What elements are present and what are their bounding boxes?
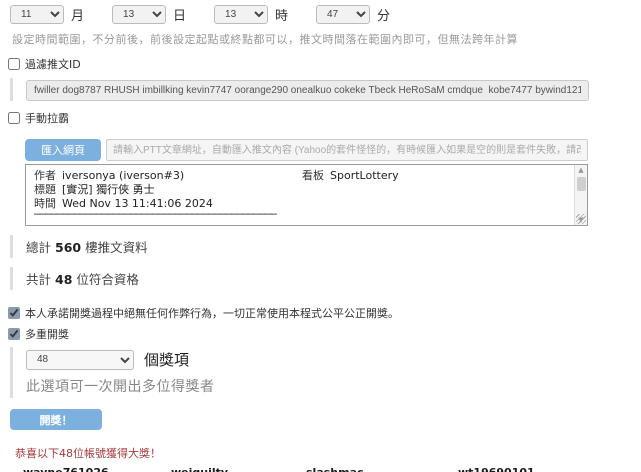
import-url-button[interactable]: 匯入網頁: [25, 139, 101, 161]
winner-column: slashmacyangtedaqn1125corey0207tomaschan…: [306, 468, 458, 472]
multi-draw-row: 多重開獎: [8, 326, 641, 342]
month-label: 月: [71, 5, 84, 24]
article-time-line: 時間 Wed Nov 13 11:41:06 2024: [34, 197, 569, 211]
pledge-label: 本人承諾開獎過程中絕無任何作弊行為，一切正常使用本程式公平公正開獎。: [25, 305, 399, 321]
manual-slot-row: 手動拉霸: [8, 110, 641, 126]
winner-username: wayne761026: [23, 468, 171, 472]
total-prefix: 總計: [26, 240, 51, 255]
hour-select[interactable]: 13: [214, 5, 268, 24]
winner-column: weiguiltymichael71230iversonyaa257234775…: [171, 468, 306, 472]
board-value: SportLottery: [330, 169, 399, 182]
winner-username: slashmac: [306, 468, 458, 472]
time-range-hint: 設定時間範圍，不分前後，前後設定起點或終點都可以，推文時間落在範圍內即可，但無法…: [12, 31, 641, 47]
day-label: 日: [173, 5, 186, 24]
month-group: 11 月: [10, 5, 84, 24]
resize-grip-icon[interactable]: [576, 214, 586, 224]
draw-button[interactable]: 開獎！: [10, 409, 102, 430]
article-author: 作者 iversonya (iverson#3): [34, 169, 302, 183]
winner-column: wt19690101kentaJackyPaytonrabbit0256wins…: [458, 468, 641, 472]
lottery-tool-page: 11 月 13 日 13 時 47 分 設定時間範圍，不分前後，前後設定起點或終…: [0, 0, 641, 472]
scroll-up-icon[interactable]: ▲: [578, 165, 583, 175]
multi-draw-checkbox[interactable]: [8, 328, 20, 340]
board-label: 看板: [302, 169, 324, 182]
month-select[interactable]: 11: [10, 5, 64, 24]
pledge-row: 本人承諾開獎過程中絕無任何作弊行為，一切正常使用本程式公平公正開獎。: [8, 305, 641, 321]
prize-count-label: 個獎項: [144, 349, 189, 370]
multi-draw-options: 48 個獎項 此選項可一次開出多位得獎者: [10, 347, 641, 398]
hour-label: 時: [275, 5, 288, 24]
pledge-checkbox[interactable]: [8, 307, 20, 319]
filter-id-checkbox[interactable]: [8, 58, 20, 70]
filter-id-quote: [10, 78, 641, 101]
article-author-line: 作者 iversonya (iverson#3) 看板 SportLottery: [34, 169, 569, 183]
author-label: 作者: [34, 169, 56, 182]
article-divider: ────────────────────────────────────────…: [34, 211, 579, 219]
import-row: 匯入網頁: [25, 139, 641, 161]
manual-slot-label: 手動拉霸: [25, 110, 69, 126]
time-range-row: 11 月 13 日 13 時 47 分: [10, 5, 641, 24]
total-count: 560: [55, 240, 81, 255]
results-heading: 恭喜以下48位帳號獲得大獎！: [15, 445, 641, 461]
prize-count-select[interactable]: 48: [26, 350, 134, 370]
total-comments-stat: 總計 560 樓推文資料: [10, 235, 641, 258]
ptt-url-input[interactable]: [106, 139, 588, 161]
time-label: 時間: [34, 197, 56, 210]
winner-username: wt19690101: [458, 468, 641, 472]
manual-slot-checkbox[interactable]: [8, 112, 20, 124]
minute-label: 分: [377, 5, 390, 24]
qualified-suffix: 位符合資格: [76, 272, 139, 287]
multi-draw-hint: 此選項可一次開出多位得獎者: [26, 376, 641, 396]
winner-username: weiguilty: [171, 468, 306, 472]
article-board: 看板 SportLottery: [302, 169, 399, 183]
winner-column: wayne761026kyo1221flowerabby01a52020164s…: [23, 468, 171, 472]
qualified-stat: 共計 48 位符合資格: [10, 267, 641, 290]
time-value: Wed Nov 13 11:41:06 2024: [62, 197, 213, 210]
title-label: 標題: [34, 183, 56, 196]
article-content-textarea[interactable]: 作者 iversonya (iverson#3) 看板 SportLottery 標…: [25, 164, 588, 226]
multi-draw-label: 多重開獎: [25, 326, 69, 342]
author-value: iversonya (iverson#3): [62, 169, 184, 182]
day-group: 13 日: [112, 5, 186, 24]
hour-group: 13 時: [214, 5, 288, 24]
filter-id-label: 過濾推文ID: [25, 56, 81, 72]
qualified-count: 48: [55, 272, 72, 287]
filter-ids-input[interactable]: [26, 80, 589, 101]
minute-select[interactable]: 47: [316, 5, 370, 24]
scrollbar-thumb[interactable]: [577, 177, 586, 191]
day-select[interactable]: 13: [112, 5, 166, 24]
filter-id-row: 過濾推文ID: [8, 56, 641, 72]
article-title-line: 標題 [實況] 獨行俠 勇士: [34, 183, 569, 197]
qualified-prefix: 共計: [26, 272, 51, 287]
minute-group: 47 分: [316, 5, 390, 24]
winners-grid: wayne761026kyo1221flowerabby01a52020164s…: [23, 468, 641, 472]
total-suffix: 樓推文資料: [85, 240, 148, 255]
prize-count-row: 48 個獎項: [26, 349, 641, 370]
title-value: [實況] 獨行俠 勇士: [62, 183, 155, 196]
